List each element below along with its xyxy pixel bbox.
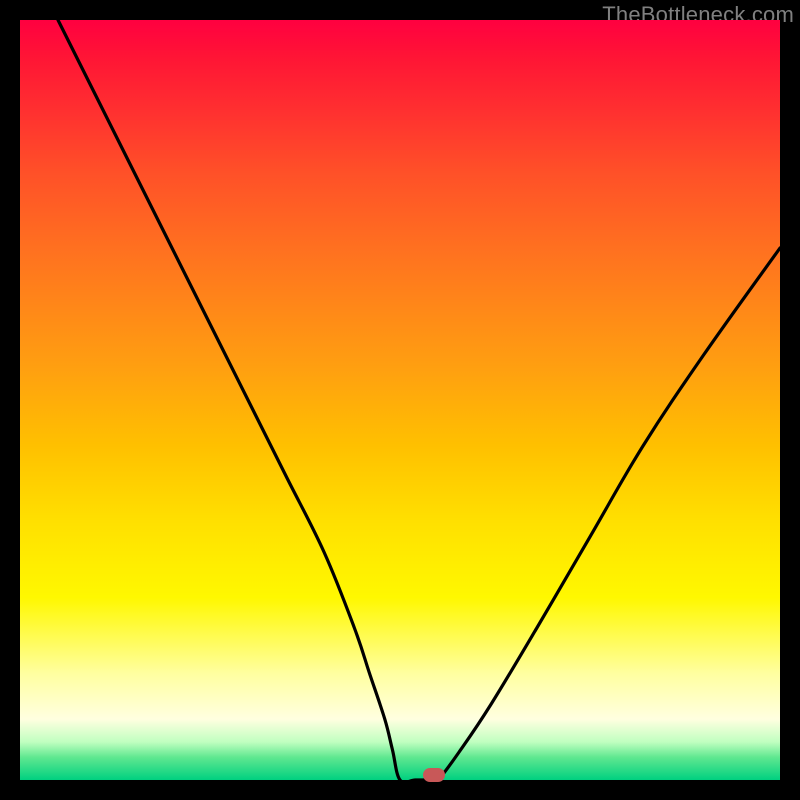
plot-area [20, 20, 780, 780]
curve-svg [20, 20, 780, 780]
optimal-point-marker [423, 768, 445, 782]
bottleneck-curve-line [58, 20, 780, 780]
bottleneck-chart: TheBottleneck.com [0, 0, 800, 800]
